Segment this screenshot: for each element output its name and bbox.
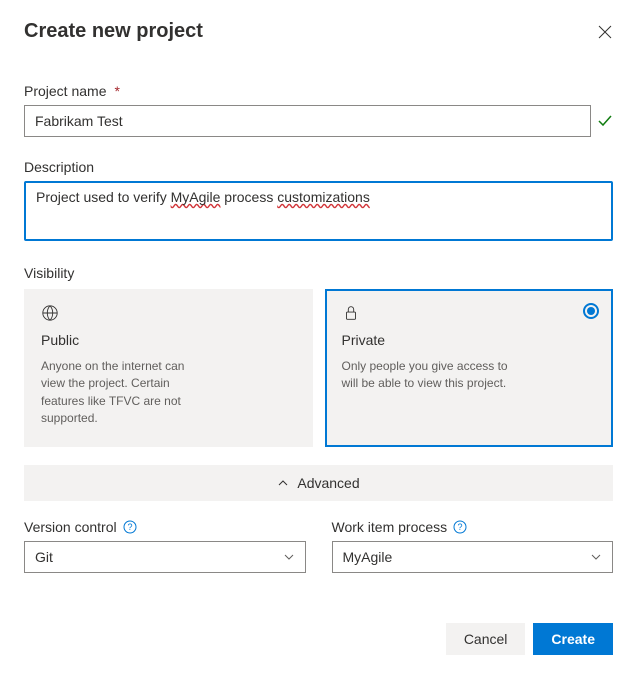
create-button[interactable]: Create [533, 623, 613, 655]
globe-icon [41, 304, 59, 322]
help-icon[interactable]: ? [123, 520, 137, 534]
visibility-option-private[interactable]: Private Only people you give access to w… [325, 289, 614, 447]
close-icon[interactable] [597, 24, 613, 40]
svg-text:?: ? [127, 522, 132, 532]
cancel-button[interactable]: Cancel [446, 623, 526, 655]
chevron-up-icon [277, 477, 289, 489]
description-text: customizations [277, 189, 370, 205]
description-text: MyAgile [171, 189, 221, 205]
version-control-label: Version control [24, 519, 117, 535]
valid-check-icon [597, 113, 613, 129]
chevron-down-icon [590, 551, 602, 563]
dialog-title: Create new project [24, 20, 203, 43]
lock-icon [342, 304, 360, 322]
help-icon[interactable]: ? [453, 520, 467, 534]
advanced-toggle[interactable]: Advanced [24, 465, 613, 501]
svg-text:?: ? [458, 522, 463, 532]
public-title: Public [41, 332, 296, 348]
advanced-label: Advanced [297, 475, 359, 491]
version-control-value: Git [35, 549, 53, 565]
visibility-label: Visibility [24, 265, 74, 281]
visibility-option-public[interactable]: Public Anyone on the internet can view t… [24, 289, 313, 447]
description-text: process [220, 189, 277, 205]
version-control-select[interactable]: Git [24, 541, 306, 573]
work-item-process-value: MyAgile [343, 549, 393, 565]
required-asterisk: * [114, 83, 119, 99]
project-name-label: Project name [24, 83, 106, 99]
work-item-process-label: Work item process [332, 519, 448, 535]
radio-selected-icon [583, 303, 599, 319]
private-title: Private [342, 332, 597, 348]
private-desc: Only people you give access to will be a… [342, 358, 512, 393]
work-item-process-select[interactable]: MyAgile [332, 541, 614, 573]
project-name-input[interactable] [24, 105, 591, 137]
public-desc: Anyone on the internet can view the proj… [41, 358, 211, 428]
chevron-down-icon [283, 551, 295, 563]
description-text: Project used to verify [36, 189, 171, 205]
description-label: Description [24, 159, 94, 175]
description-textarea[interactable]: Project used to verify MyAgile process c… [24, 181, 613, 241]
